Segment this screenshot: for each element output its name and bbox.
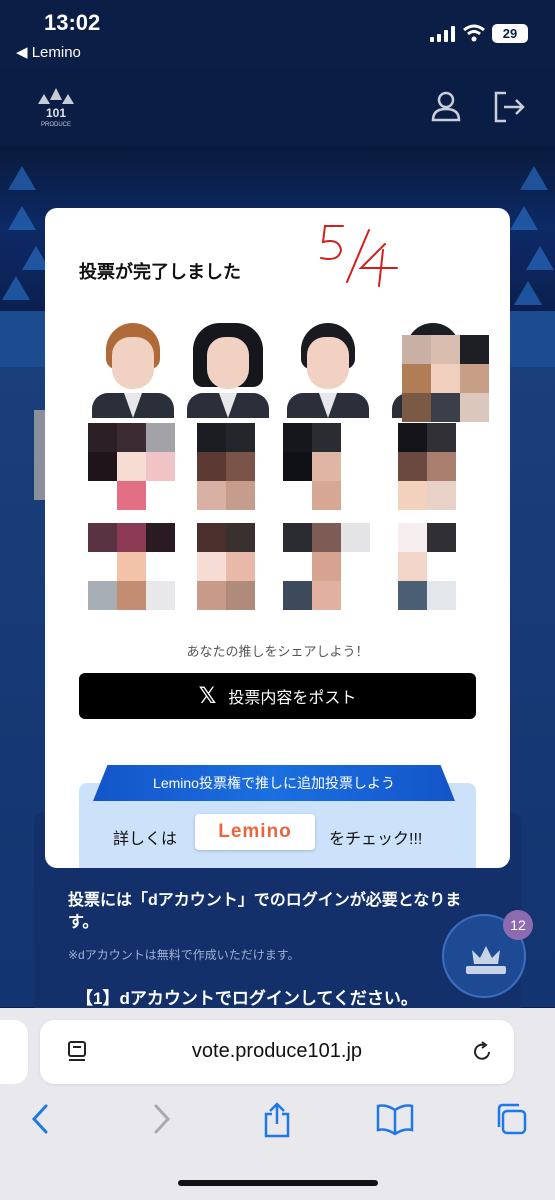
status-time: 13:02 [44, 10, 101, 35]
promo-ribbon: Lemino投票権で推しに追加投票しよう [93, 765, 455, 801]
trainee-photo [283, 323, 373, 418]
trainee-photo-blurred [388, 323, 489, 422]
previous-tab-peek[interactable] [0, 1020, 28, 1084]
address-bar[interactable]: vote.produce101.jp [40, 1020, 514, 1084]
logo-number: 101 [46, 106, 66, 120]
bookmarks-icon[interactable] [376, 1102, 414, 1136]
tabs-icon[interactable] [494, 1102, 528, 1136]
battery-indicator: 29 [492, 24, 528, 43]
forward-icon[interactable] [148, 1102, 174, 1136]
share-icon[interactable] [262, 1102, 292, 1138]
modal-title: 投票が完了しました [79, 262, 241, 282]
share-prompt: あなたの推しをシェアしよう！ [186, 644, 369, 659]
voted-trainees-grid [83, 323, 489, 618]
trainee-photo-blurred [283, 523, 373, 618]
login-step-one: 【1】dアカウントでログインしてください。 [76, 989, 418, 1008]
user-icon[interactable] [430, 90, 462, 122]
logout-icon[interactable] [492, 90, 526, 124]
notification-badge: 12 [503, 910, 533, 940]
trainee-photo-blurred [283, 423, 373, 518]
free-account-note: ※dアカウントは無料で作成いただけます。 [68, 948, 300, 962]
url-text: vote.produce101.jp [191, 1040, 363, 1062]
trainee-photo [183, 323, 273, 418]
post-to-x-button[interactable]: 𝕏 投票内容をポスト [79, 673, 476, 719]
status-bar: 13:02 ◀ Lemino 29 [0, 0, 555, 68]
promo-left-text: 詳しくは [113, 831, 178, 848]
back-icon[interactable] [28, 1102, 54, 1136]
reload-icon[interactable] [470, 1040, 494, 1064]
trainee-photo-blurred [88, 423, 178, 518]
back-to-app-link[interactable]: ◀ Lemino [16, 43, 81, 61]
promo-right-text: をチェック!!! [329, 831, 423, 848]
trainee-photo-blurred [88, 523, 178, 618]
login-required-text: 投票には「dアカウント」でのログインが必要となります。 [68, 892, 462, 931]
produce101-logo[interactable]: 101 PRODUCE [34, 86, 78, 128]
trainee-photo-blurred [388, 423, 485, 518]
trainee-photo [88, 323, 178, 418]
post-button-label: 投票内容をポスト [228, 690, 357, 707]
logo-subtext: PRODUCE [41, 122, 71, 128]
x-logo-icon: 𝕏 [198, 683, 217, 709]
wifi-icon [463, 24, 485, 42]
handwritten-date-annotation [320, 225, 398, 287]
trainee-photo-blurred [183, 523, 284, 618]
trainee-photo-blurred [388, 523, 485, 618]
home-indicator [178, 1180, 378, 1186]
vote-complete-modal: 投票が完了しました あなたの推しをシェアしよう！ 𝕏 投票内容をポスト Lemi… [45, 208, 510, 868]
trainee-photo-blurred [183, 423, 284, 518]
lemino-link-button[interactable]: Lemino [195, 814, 315, 850]
site-header [0, 68, 555, 146]
cellular-signal-icon [430, 26, 455, 42]
